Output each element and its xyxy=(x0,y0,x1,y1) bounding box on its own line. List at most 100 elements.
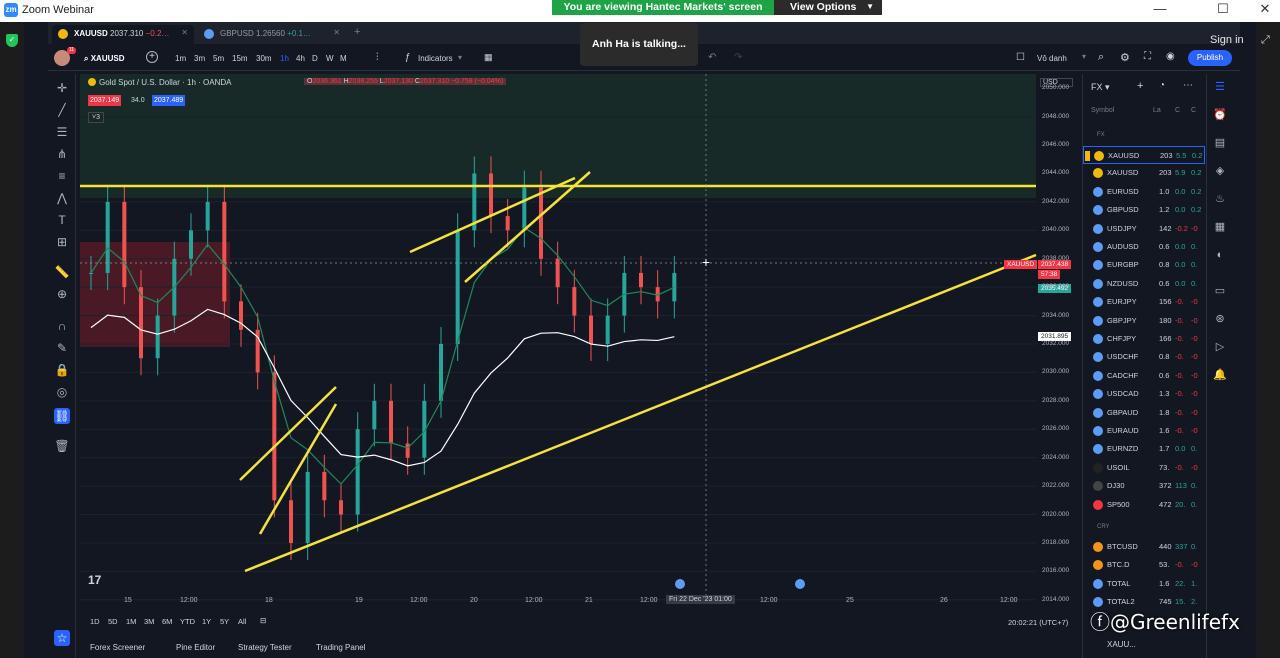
link-icon[interactable]: ⛓ xyxy=(54,408,70,424)
watchlist-row[interactable]: BTCUSD 440 337 0. xyxy=(1083,538,1205,556)
range-1m[interactable]: 1M xyxy=(126,617,136,626)
fib-icon[interactable]: ≡ xyxy=(54,168,70,184)
watchlist-title[interactable]: FX ▾ xyxy=(1091,82,1110,93)
crosshair-icon[interactable]: ✛ xyxy=(54,80,70,96)
range-1y[interactable]: 1Y xyxy=(202,617,211,626)
watchlist-row[interactable]: USOIL 73. -0. -0 xyxy=(1083,459,1205,477)
indicator-collapse-button[interactable]: ˅3 xyxy=(88,112,104,123)
watchlist-row[interactable]: SP500 472 20. 0. xyxy=(1083,496,1205,514)
watchlist-row[interactable]: DJ30 372 113 0. xyxy=(1083,477,1205,495)
range-6m[interactable]: 6M xyxy=(162,617,172,626)
panel-tab-strategy-tester[interactable]: Strategy Tester xyxy=(238,643,292,652)
watchlist-row[interactable]: BTC.D 53. -0. -0 xyxy=(1083,556,1205,574)
camera-icon[interactable]: ◉ xyxy=(1166,51,1175,62)
bell-icon[interactable]: 🔔 xyxy=(1213,368,1227,382)
tab-gbpusd[interactable]: GBPUSD 1.26560 +0.1… ✕ xyxy=(198,25,346,44)
chat-icon[interactable]: ▭ xyxy=(1213,284,1227,298)
watchlist-row[interactable]: USDJPY 142 -0.2 -0 xyxy=(1083,220,1205,238)
layouts-icon[interactable]: ▦ xyxy=(484,52,493,63)
pitchfork-icon[interactable]: ⋔ xyxy=(54,146,70,162)
watchlist-row[interactable]: CADCHF 0.6 -0. -0 xyxy=(1083,367,1205,385)
panel-tab-forex-screener[interactable]: Forex Screener xyxy=(90,643,145,652)
buy-price-button[interactable]: 2037.489 xyxy=(152,95,186,106)
indicators-icon[interactable]: ƒ xyxy=(405,52,411,63)
timeframe-30m[interactable]: 30m xyxy=(256,54,272,63)
zoom-in-icon[interactable]: ⊕ xyxy=(54,286,70,302)
symbol-search[interactable]: ⌕ XAUUSD xyxy=(84,54,124,64)
alarm-icon[interactable]: ⏰ xyxy=(1213,108,1227,122)
watchlist-row[interactable]: GBPAUD 1.8 -0. -0 xyxy=(1083,404,1205,422)
section-fx[interactable]: FX xyxy=(1097,132,1105,138)
streams-icon[interactable]: ▷ xyxy=(1213,340,1227,354)
timeframe-3m[interactable]: 3m xyxy=(194,54,205,63)
hotlist-icon[interactable]: ♨ xyxy=(1213,192,1227,206)
calendar-icon[interactable]: ▦ xyxy=(1213,220,1227,234)
panel-tab-trading-panel[interactable]: Trading Panel xyxy=(316,643,366,652)
brush-icon[interactable]: ✎ xyxy=(54,340,70,356)
col-pct[interactable]: C xyxy=(1191,107,1196,114)
close-tab-icon[interactable]: ✕ xyxy=(333,28,340,37)
chart-type-icon[interactable]: ⫶ xyxy=(376,52,379,63)
range-5y[interactable]: 5Y xyxy=(220,617,229,626)
watchlist-row[interactable]: USDCAD 1.3 -0. -0 xyxy=(1083,385,1205,403)
help-icon[interactable]: ⊛ xyxy=(1213,312,1227,326)
maximize-icon[interactable]: ☐ xyxy=(1208,1,1238,17)
undo-icon[interactable]: ↶ xyxy=(708,52,716,63)
sign-in-link[interactable]: Sign in xyxy=(1210,34,1244,46)
shield-icon[interactable]: ✓ xyxy=(6,34,18,47)
ideas-icon[interactable]: ◐ xyxy=(1213,248,1227,262)
timeframe-d[interactable]: D xyxy=(312,54,318,63)
watchlist-row[interactable]: EURNZD 1.7 0.0 0. xyxy=(1083,440,1205,458)
watchlist-row[interactable]: EURAUD 1.6 -0. -0 xyxy=(1083,422,1205,440)
range-all[interactable]: All xyxy=(238,617,246,626)
trash-icon[interactable]: 🗑 xyxy=(54,438,70,454)
range-ytd[interactable]: YTD xyxy=(180,617,195,626)
data-window-icon[interactable]: ▤ xyxy=(1213,136,1227,150)
star-icon[interactable]: ☆ xyxy=(54,630,70,646)
range-5d[interactable]: 5D xyxy=(108,617,118,626)
watchlist-row[interactable]: AUDUSD 0.6 0.0 0. xyxy=(1083,238,1205,256)
redo-icon[interactable]: ↷ xyxy=(734,52,742,63)
add-symbol-icon[interactable]: + xyxy=(1137,80,1143,92)
watchlist-row[interactable]: CHFJPY 166 -0. -0 xyxy=(1083,330,1205,348)
chart-clock[interactable]: 20:02:21 (UTC+7) xyxy=(1008,618,1068,627)
watchlist-row[interactable]: USDCHF 0.8 -0. -0 xyxy=(1083,348,1205,366)
goto-date-icon[interactable]: ⊟ xyxy=(260,616,266,625)
close-icon[interactable]: ✕ xyxy=(1250,1,1280,17)
trend-line-icon[interactable]: ╱ xyxy=(54,102,70,118)
chart-legend[interactable]: Gold Spot / U.S. Dollar · 1h · OANDA xyxy=(88,78,232,87)
eye-icon[interactable]: ◎ xyxy=(54,384,70,400)
watchlist-row[interactable]: NZDUSD 0.6 0.0 0. xyxy=(1083,275,1205,293)
watchlist-row[interactable]: XAUUSD 203 5.5 0.2 xyxy=(1083,146,1205,164)
gear-icon[interactable]: ⚙ xyxy=(1120,51,1130,64)
minimize-icon[interactable]: — xyxy=(1145,1,1175,16)
timeframe-1h[interactable]: 1h xyxy=(280,54,289,63)
tab-xauusd[interactable]: XAUUSD 2037.310 −0.2… ✕ xyxy=(52,25,194,44)
range-1d[interactable]: 1D xyxy=(90,617,100,626)
timeframe-1m[interactable]: 1m xyxy=(175,54,186,63)
sell-price-button[interactable]: 2037.149 xyxy=(88,95,122,106)
watchlist-row[interactable]: EURUSD 1.0 0.0 0.2 xyxy=(1083,183,1205,201)
timeframe-15m[interactable]: 15m xyxy=(232,54,248,63)
panel-tab-pine-editor[interactable]: Pine Editor xyxy=(176,643,215,652)
lock-icon[interactable]: 🔒 xyxy=(54,362,70,378)
watchlist-row[interactable]: TOTAL 1.6 22. 1. xyxy=(1083,575,1205,593)
quick-search-icon[interactable]: ⌕ xyxy=(1098,51,1104,64)
watchlist-row[interactable]: GBPJPY 180 -0. -0 xyxy=(1083,312,1205,330)
advanced-view-icon[interactable]: ◔ xyxy=(1159,80,1165,91)
range-3m[interactable]: 3M xyxy=(144,617,154,626)
measure-icon[interactable]: ⊞ xyxy=(54,234,70,250)
magnet-icon[interactable]: ∩ xyxy=(54,318,70,334)
view-options-button[interactable]: View Options ▼ xyxy=(774,0,882,15)
timeframe-w[interactable]: W xyxy=(326,54,334,63)
layout-name[interactable]: Vô danh xyxy=(1037,54,1067,63)
compare-symbol-icon[interactable]: + xyxy=(146,51,158,63)
time-axis[interactable]: 15 12:00 18 19 12:00 20 12:00 21 12:00 12:00 25 26 1… xyxy=(80,595,1040,609)
watchlist-icon[interactable]: ☰ xyxy=(1213,80,1227,94)
indicators-button[interactable]: Indicators xyxy=(418,54,453,63)
text-icon[interactable]: T xyxy=(54,212,70,228)
expand-icon[interactable]: ⤢ xyxy=(1261,34,1270,47)
price-chart[interactable]: + 17 xyxy=(80,74,1080,614)
timeframe-m[interactable]: M xyxy=(340,54,347,63)
layers-icon[interactable]: ◈ xyxy=(1213,164,1227,178)
